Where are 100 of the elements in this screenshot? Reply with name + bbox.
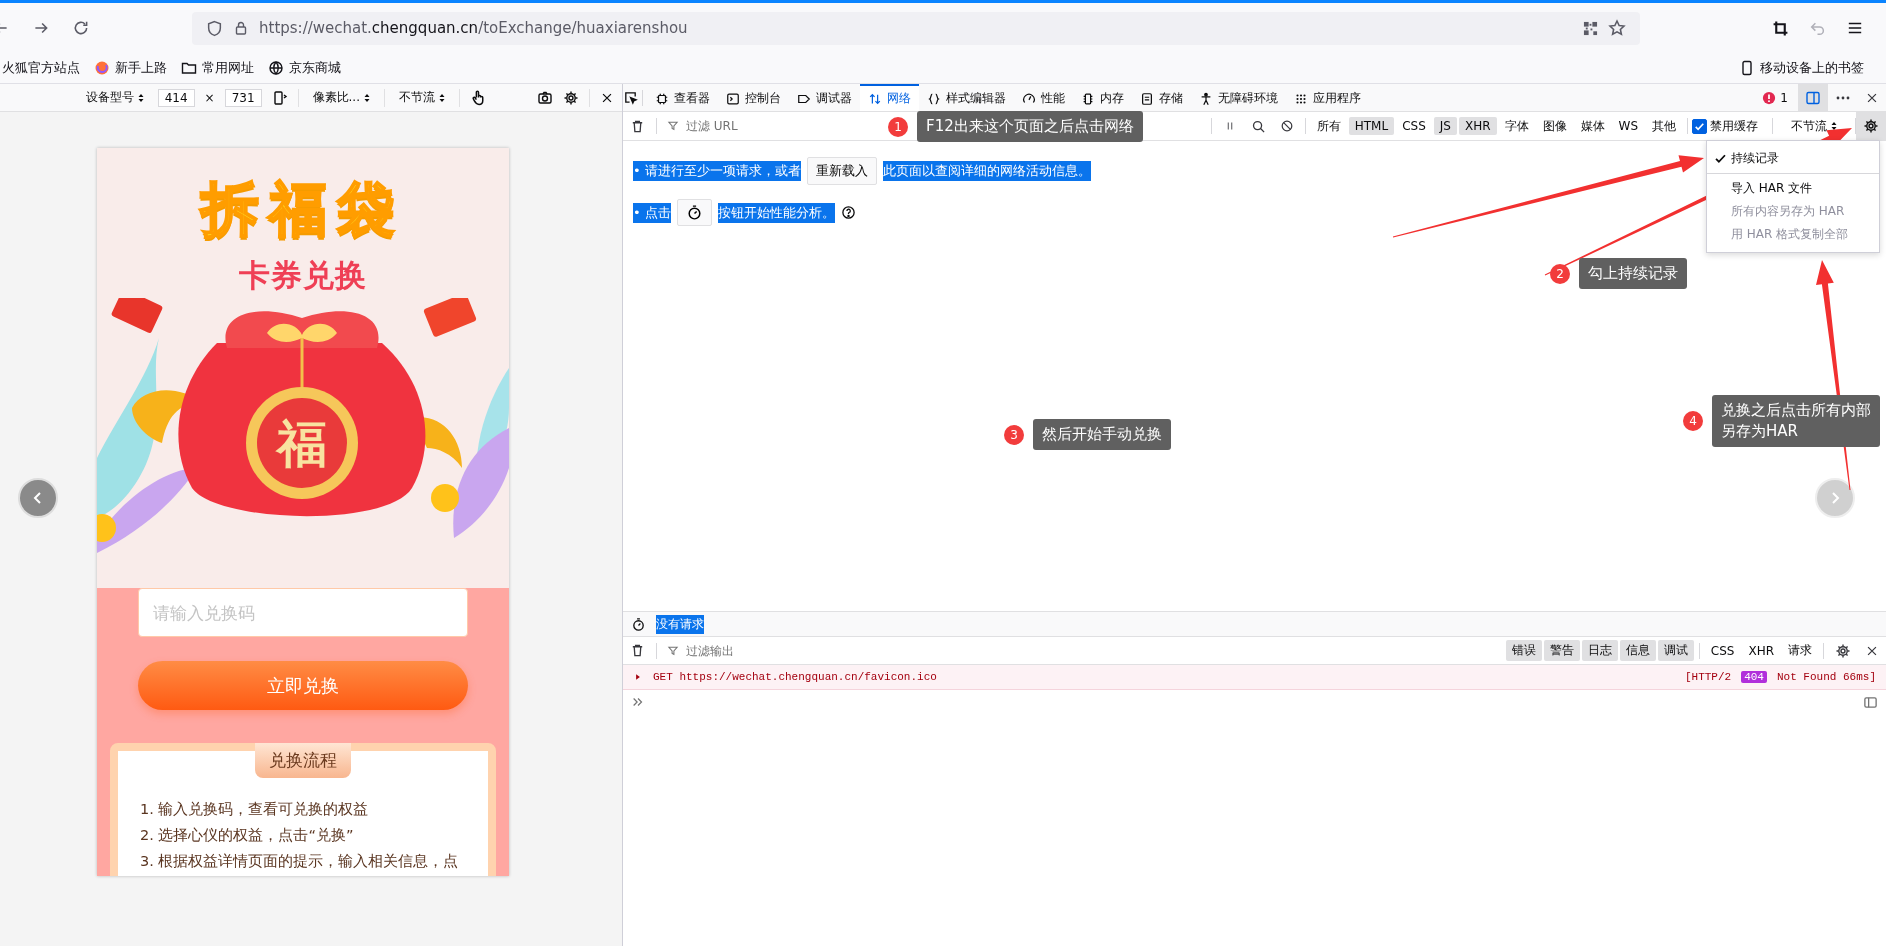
checkbox-label[interactable]: 禁用缓存	[1710, 117, 1758, 135]
devtools-tab[interactable]: 样式编辑器	[919, 84, 1014, 111]
trash-icon[interactable]	[630, 643, 645, 658]
bookmark-item[interactable]: 移动设备上的书签	[1739, 59, 1864, 77]
menu-item[interactable]: 持续记录	[1707, 147, 1879, 170]
settings-icon[interactable]	[1863, 118, 1879, 134]
height-field[interactable]: 731	[224, 88, 262, 107]
filter-button[interactable]: 请求	[1782, 640, 1818, 661]
throttling-select[interactable]: 不节流	[395, 89, 449, 106]
devtools-tab[interactable]: 内存	[1073, 84, 1132, 111]
lock-icon	[233, 20, 249, 36]
star-icon[interactable]	[1608, 19, 1626, 37]
log-message: GET https://wechat.chengquan.cn/favicon.ico	[653, 671, 937, 683]
person-icon	[1199, 91, 1213, 106]
braces-icon	[927, 91, 941, 106]
type-filter-button[interactable]: 其他	[1646, 115, 1682, 137]
bookmark-item[interactable]: 新手上路	[94, 59, 167, 77]
url-text: https://wechat.chengquan.cn/toExchange/huaxiarenshou	[259, 19, 689, 37]
medallion-character: 福	[277, 415, 327, 473]
step-text: 3. 根据权益详情页面的提示，输入相关信息，点	[140, 852, 460, 871]
pixel-ratio-select[interactable]: 像素比...	[308, 89, 374, 106]
width-field[interactable]: 414	[157, 88, 195, 107]
devtools-tab[interactable]: 无障碍环境	[1191, 84, 1286, 111]
chip-icon	[655, 91, 669, 106]
up-down-arrows-icon	[868, 91, 882, 106]
phone-icon	[1739, 60, 1755, 76]
checkbox[interactable]	[1692, 118, 1707, 134]
devtools-tab[interactable]: 性能	[1014, 84, 1073, 111]
status-text: 没有请求	[656, 614, 704, 634]
devtools-tab[interactable]: 应用程序	[1286, 84, 1369, 111]
bookmark-item[interactable]: 京东商城	[268, 59, 341, 77]
type-filter-button[interactable]: JS	[1433, 117, 1457, 135]
type-filter-button[interactable]: 图像	[1536, 115, 1573, 137]
error-count[interactable]: 1	[1780, 90, 1788, 105]
devtools-tab[interactable]: 网络	[860, 84, 919, 111]
annotation-callout: 兑换之后点击所有内部另存为HAR	[1712, 395, 1880, 447]
url-filter-field[interactable]: 过滤 URL	[684, 118, 808, 134]
performance-button[interactable]	[676, 199, 712, 226]
type-filter-button[interactable]: CSS	[1396, 117, 1432, 135]
settings-icon[interactable]	[1835, 642, 1851, 659]
log-level-button[interactable]: 信息	[1619, 640, 1656, 661]
devtools-tab[interactable]: 存储	[1132, 84, 1191, 111]
throttling-select[interactable]: 不节流	[1777, 117, 1851, 135]
log-level-button[interactable]: 错误	[1505, 640, 1542, 661]
funnel-icon	[667, 644, 679, 657]
annotation-callout: F12出来这个页面之后点击网络	[917, 111, 1143, 142]
sort-caret-icon	[137, 92, 144, 103]
rotate-device-icon[interactable]	[271, 89, 288, 106]
hint-text: • 请进行至少一项请求，或者	[633, 161, 801, 181]
camera-icon[interactable]	[537, 89, 553, 106]
devtools-tab[interactable]: 调试器	[789, 84, 860, 111]
block-icon[interactable]	[1279, 119, 1294, 133]
element-picker-icon[interactable]	[623, 90, 638, 105]
type-filter-button[interactable]: 所有	[1310, 115, 1347, 137]
devtools-tab[interactable]: 控制台	[718, 84, 789, 111]
log-level-button[interactable]: 日志	[1581, 640, 1618, 661]
stopwatch-icon	[631, 616, 646, 632]
split-panel-icon[interactable]	[1863, 694, 1878, 710]
bookmark-item[interactable]: 常用网址	[181, 59, 254, 77]
banner-subtitle: 卡券兑换	[239, 256, 367, 294]
folder-icon	[181, 60, 197, 76]
status-code-badge: 404	[1741, 671, 1767, 683]
filter-button[interactable]: CSS	[1704, 641, 1741, 660]
device-select[interactable]: 设备型号	[81, 89, 148, 106]
trash-icon[interactable]	[630, 118, 645, 134]
crop-icon[interactable]	[1772, 19, 1789, 37]
filter-button[interactable]: XHR	[1742, 641, 1780, 660]
type-filter-button[interactable]: HTML	[1348, 117, 1395, 135]
gauge-icon	[1022, 91, 1036, 106]
shield-icon	[206, 19, 223, 37]
type-filter-button[interactable]: 字体	[1498, 115, 1535, 137]
output-filter-field[interactable]: 过滤输出	[684, 642, 808, 659]
step-text: 1. 输入兑换码，查看可兑换的权益	[140, 800, 370, 819]
times-sign: ×	[204, 90, 215, 105]
menu-item[interactable]: 导入 HAR 文件	[1707, 177, 1879, 200]
devtools-tab[interactable]: 查看器	[647, 84, 718, 111]
sort-caret-icon	[364, 92, 370, 103]
type-filter-button[interactable]: XHR	[1458, 117, 1497, 135]
reload-button[interactable]: 重新载入	[806, 157, 877, 185]
bookmark-item[interactable]: 火狐官方站点	[2, 59, 80, 77]
qr-code-icon[interactable]	[1583, 20, 1598, 36]
funnel-icon	[667, 120, 679, 132]
memory-chip-icon	[1081, 91, 1095, 106]
type-filter-button[interactable]: 媒体	[1574, 115, 1611, 137]
log-level-button[interactable]: 调试	[1657, 640, 1694, 661]
error-icon	[1762, 90, 1777, 105]
reload-icon[interactable]	[72, 19, 90, 37]
help-icon[interactable]	[840, 205, 856, 220]
address-bar[interactable]: https://wechat.chengquan.cn/toExchange/huaxiarenshou	[192, 11, 1640, 45]
settings-icon[interactable]	[563, 89, 579, 106]
dock-side-icon[interactable]	[1805, 89, 1821, 106]
log-level-button[interactable]: 警告	[1543, 640, 1580, 661]
search-icon[interactable]	[1250, 118, 1266, 134]
type-filter-button[interactable]: WS	[1612, 117, 1644, 135]
hint-text: • 点击	[633, 202, 671, 223]
grid-icon	[1294, 91, 1308, 106]
terminal-icon	[726, 91, 740, 106]
annotation-callout: 然后开始手动兑换	[1033, 419, 1171, 450]
sort-caret-icon	[439, 92, 445, 103]
redeem-code-field[interactable]: 请输入兑换码	[138, 588, 468, 637]
